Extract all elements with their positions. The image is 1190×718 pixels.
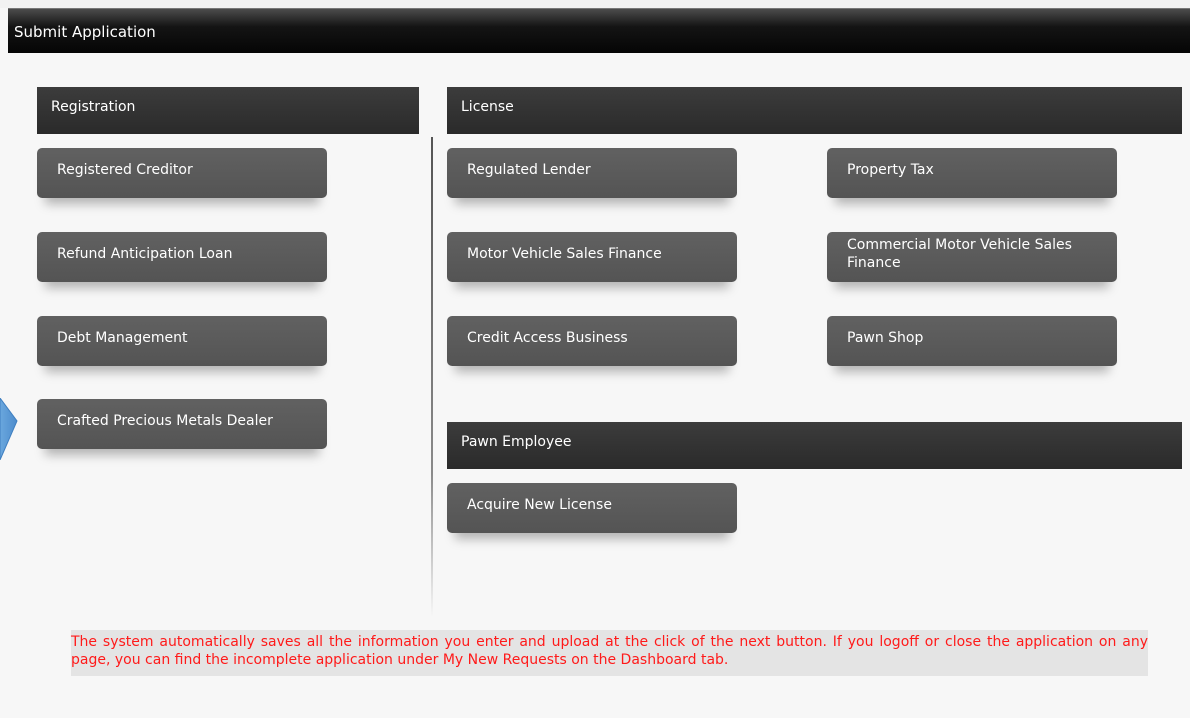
registered-creditor-label: Registered Creditor [57,162,193,178]
commercial-motor-vehicle-sales-finance-label: Commercial Motor Vehicle Sales Finance [847,237,1072,271]
refund-anticipation-loan-label: Refund Anticipation Loan [57,246,233,262]
autosave-notice: The system automatically saves all the i… [71,630,1148,676]
title-bar: Submit Application [8,8,1190,53]
property-tax-button[interactable]: Property Tax [827,148,1117,198]
pawn-shop-label: Pawn Shop [847,330,924,346]
pawn-employee-header: Pawn Employee [447,422,1182,469]
page-title: Submit Application [14,23,156,41]
motor-vehicle-sales-finance-button[interactable]: Motor Vehicle Sales Finance [447,232,737,282]
pawn-shop-button[interactable]: Pawn Shop [827,316,1117,366]
regulated-lender-label: Regulated Lender [467,162,591,178]
acquire-new-license-label: Acquire New License [467,497,612,513]
registration-header: Registration [37,87,419,134]
license-header-label: License [461,99,514,115]
regulated-lender-button[interactable]: Regulated Lender [447,148,737,198]
license-header: License [447,87,1182,134]
registration-header-label: Registration [51,99,136,115]
debt-management-label: Debt Management [57,330,188,346]
acquire-new-license-button[interactable]: Acquire New License [447,483,737,533]
property-tax-label: Property Tax [847,162,934,178]
pointer-arrow-icon [0,398,18,460]
column-divider [431,137,433,617]
credit-access-business-button[interactable]: Credit Access Business [447,316,737,366]
registered-creditor-button[interactable]: Registered Creditor [37,148,327,198]
motor-vehicle-sales-finance-label: Motor Vehicle Sales Finance [467,246,662,262]
crafted-precious-metals-dealer-label: Crafted Precious Metals Dealer [57,413,273,429]
debt-management-button[interactable]: Debt Management [37,316,327,366]
pawn-employee-header-label: Pawn Employee [461,434,572,450]
refund-anticipation-loan-button[interactable]: Refund Anticipation Loan [37,232,327,282]
commercial-motor-vehicle-sales-finance-button[interactable]: Commercial Motor Vehicle Sales Finance [827,232,1117,282]
crafted-precious-metals-dealer-button[interactable]: Crafted Precious Metals Dealer [37,399,327,449]
top-border [0,0,1190,8]
credit-access-business-label: Credit Access Business [467,330,628,346]
